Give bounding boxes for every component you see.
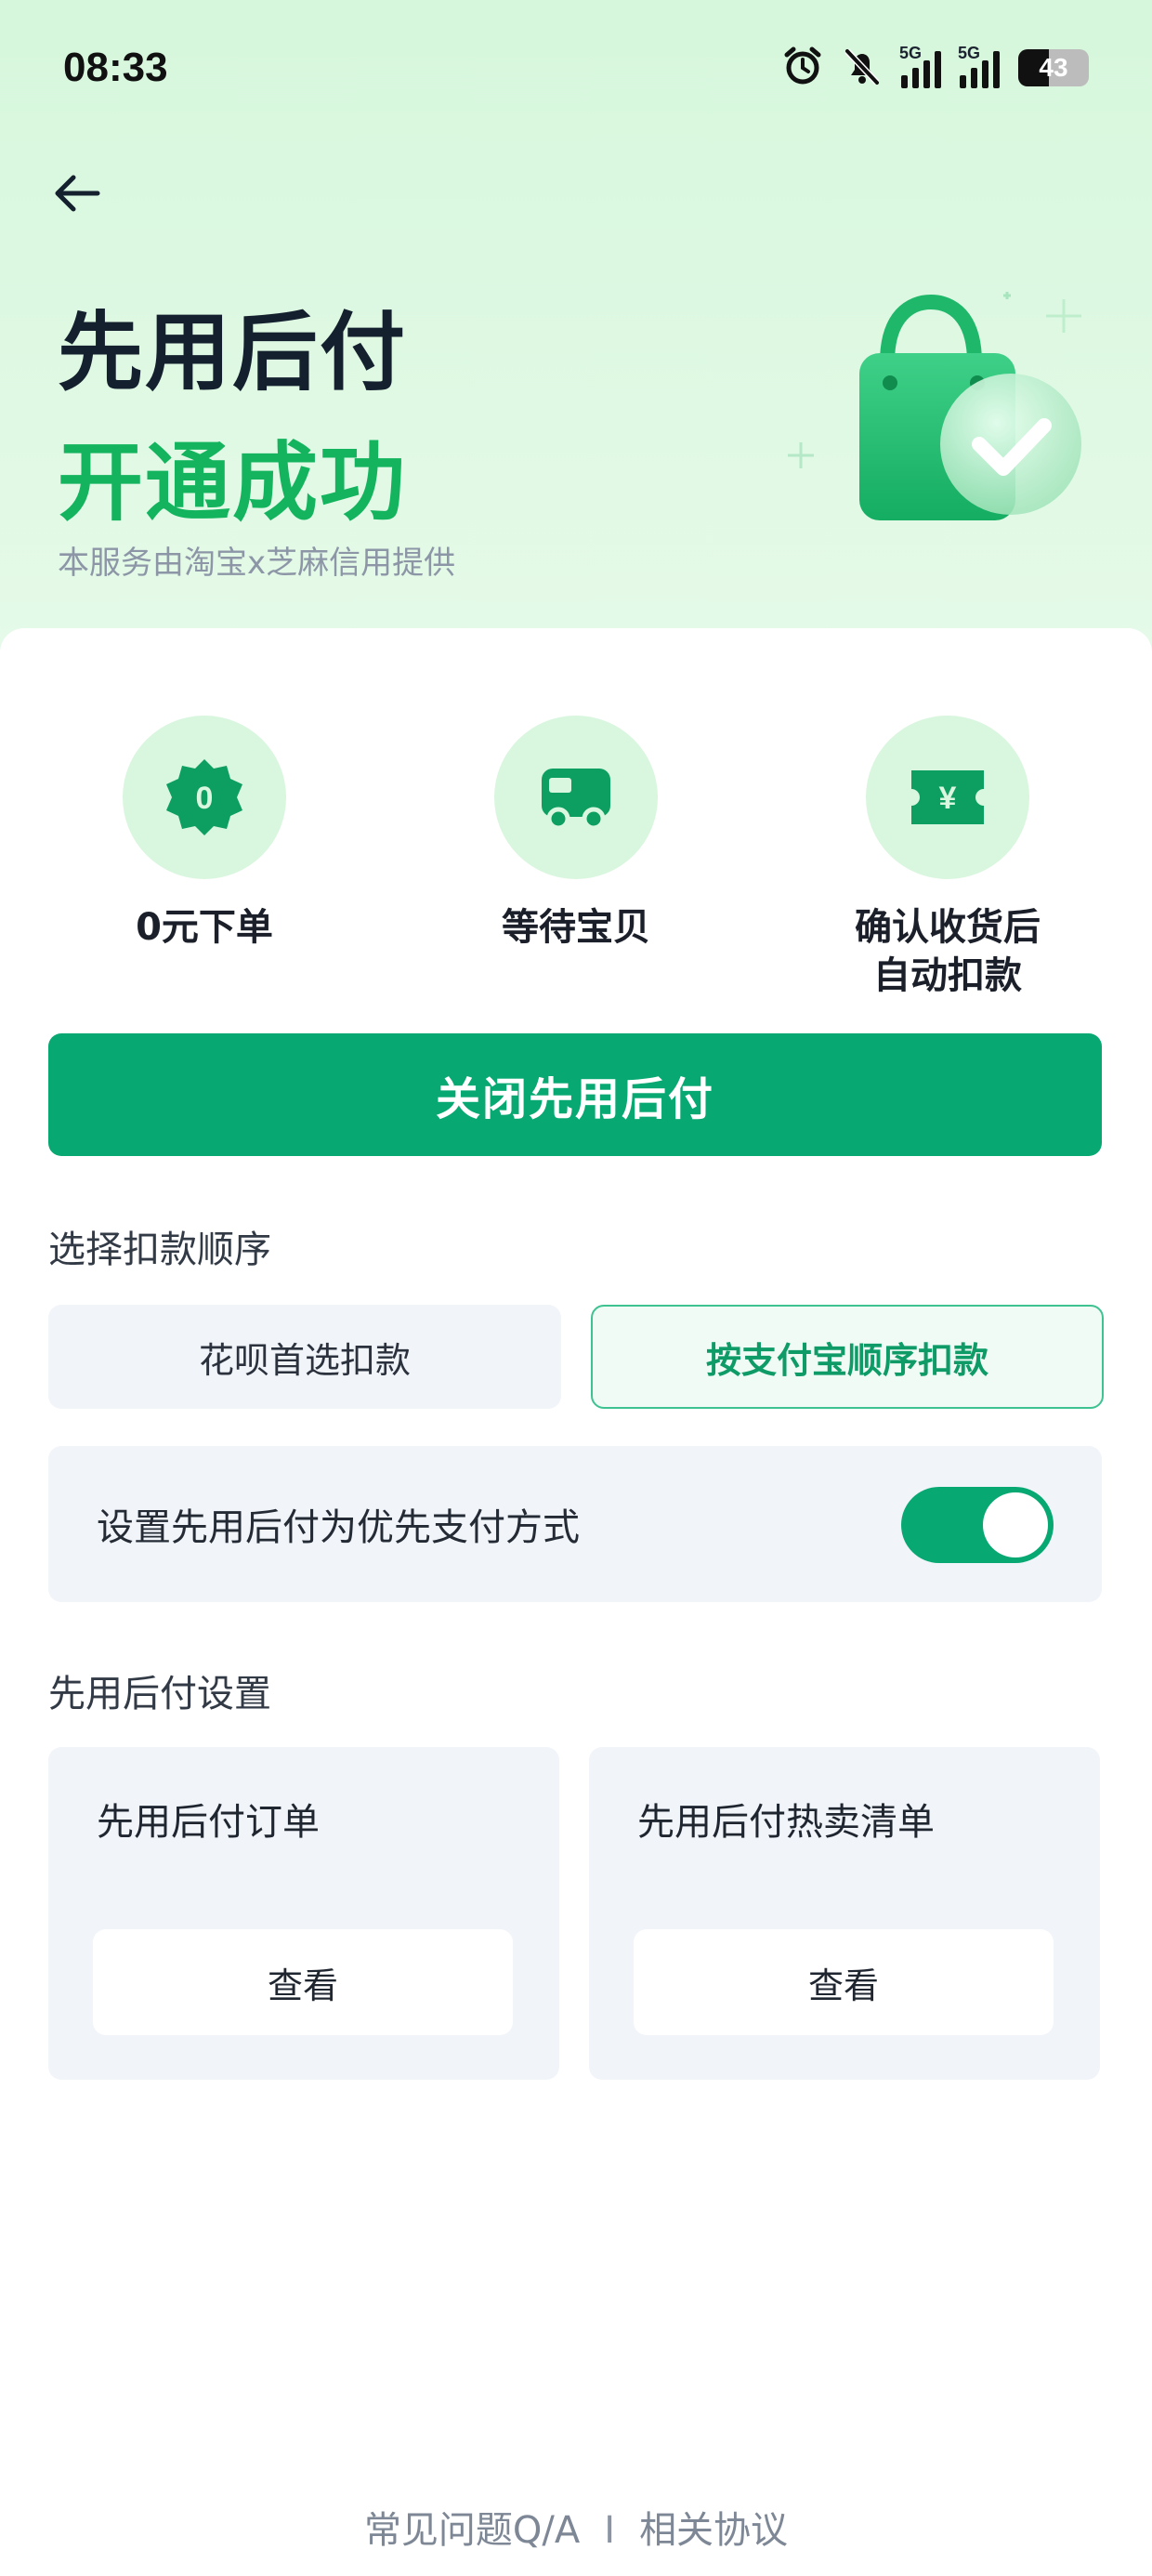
truck-icon [542,769,610,831]
tile-title: 先用后付订单 [97,1801,320,1844]
step-zero-order: 0 0元下单 [46,716,362,952]
provider-note: 本服务由淘宝x芝麻信用提供 [58,545,456,582]
back-button[interactable] [46,163,108,224]
preferred-payment-label: 设置先用后付为优先支付方式 [97,1506,580,1549]
view-hot-list-button[interactable]: 查看 [634,1929,1054,2035]
step-label: 等待宝贝 [502,906,650,949]
svg-text:0: 0 [196,781,214,816]
signal-icon: 5G [899,44,941,88]
preferred-payment-toggle[interactable] [901,1487,1054,1563]
signal-icon: 5G [958,44,1000,88]
hot-list-tile: 先用后付热卖清单 查看 [589,1747,1100,2080]
mute-icon [842,46,883,90]
settings-section-title: 先用后付设置 [48,1673,271,1715]
battery-icon: 43 [1018,49,1089,86]
footer-links: 常见问题Q/A I 相关协议 [0,2500,1152,2554]
step-wait-goods: 等待宝贝 [418,716,734,952]
success-title: 开通成功 [58,433,408,532]
close-service-button[interactable]: 关闭先用后付 [48,1033,1102,1156]
step-auto-deduct: ¥ 确认收货后 自动扣款 [790,716,1106,1000]
footer-separator: I [604,2509,616,2552]
zero-badge-icon: 0 [166,759,242,835]
option-huabei-first[interactable]: 花呗首选扣款 [48,1305,561,1409]
tile-title: 先用后付热卖清单 [637,1801,935,1844]
step-label: 0元下单 [136,906,273,949]
orders-tile: 先用后付订单 查看 [48,1747,559,2080]
view-orders-button[interactable]: 查看 [93,1929,513,2035]
arrow-left-icon [55,175,100,212]
step-label: 确认收货后 自动扣款 [855,906,1041,997]
status-time: 08:33 [63,45,168,90]
option-alipay-order[interactable]: 按支付宝顺序扣款 [591,1305,1104,1409]
yuan-ticket-icon: ¥ [911,770,984,824]
faq-link[interactable]: 常见问题Q/A [364,2509,580,2552]
deduction-section-title: 选择扣款顺序 [48,1229,271,1271]
page-title: 先用后付 [58,303,408,402]
shopping-bag-check-icon [788,292,1081,520]
agreement-link[interactable]: 相关协议 [639,2509,788,2552]
status-icons: 5G 5G 43 [782,44,1089,91]
preferred-payment-row: 设置先用后付为优先支付方式 [48,1446,1102,1602]
alarm-icon [782,46,823,90]
status-bar: 08:33 5G 5G 43 [0,0,1152,139]
svg-text:¥: ¥ [939,781,957,816]
